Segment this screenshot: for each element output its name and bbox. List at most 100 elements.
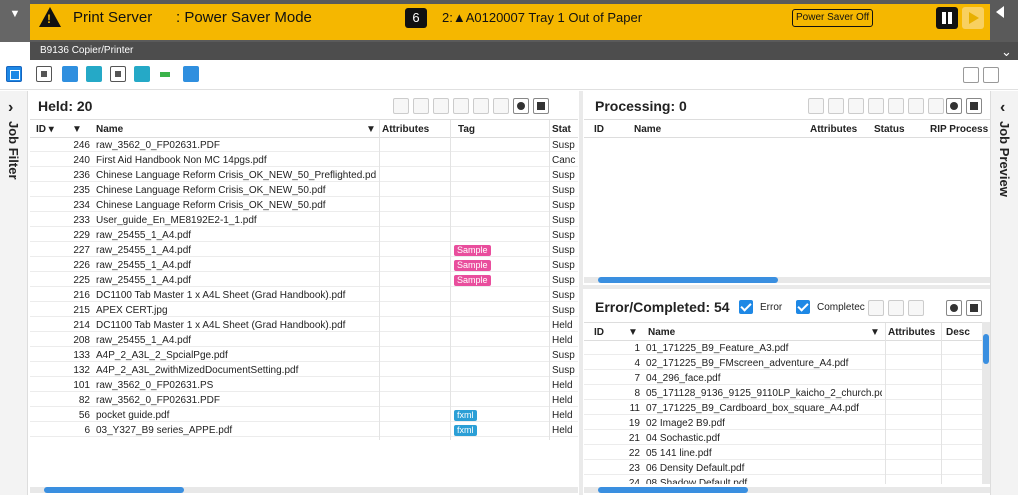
ec-columns-icon[interactable] (966, 300, 982, 316)
table-row[interactable]: 226raw_25455_1_A4.pdfRIPSampleSusp (30, 259, 578, 272)
col-id[interactable]: ID (594, 124, 604, 135)
table-row[interactable]: 214 DC1100 Tab Master 1 x A4L Sheet (Grad… (30, 319, 578, 332)
tag-badge[interactable]: Sample (454, 275, 491, 286)
table-row[interactable]: 24 08 Shadow Default.pdf (584, 477, 982, 484)
error-filter-checkbox[interactable] (739, 300, 753, 314)
table-row[interactable]: 11 07_171225_B9_Cardboard_box_square_A4.p… (584, 402, 982, 415)
job-list-view-icon[interactable] (6, 66, 22, 82)
processing-horizontal-scrollbar[interactable] (584, 277, 990, 283)
proc-copy-icon[interactable] (828, 98, 844, 114)
error-completed-vertical-scrollbar[interactable] (982, 322, 990, 484)
tag-badge[interactable]: fxml (454, 410, 477, 421)
table-row[interactable]: 133 A4P_2_A3L_2_SpcialPge.pdf Susp (30, 349, 578, 362)
tag-badge[interactable]: Sample (454, 245, 491, 256)
chevron-down-icon[interactable]: ⌄ (1001, 44, 1012, 60)
scroll-thumb[interactable] (598, 277, 778, 283)
collapse-arrow-icon[interactable]: ▼ (0, 0, 30, 42)
table-row[interactable]: 101raw_3562_0_FP02631.PSRIPPMIHeld (30, 379, 578, 392)
table-row[interactable]: 704_296_face.pdf✎ (584, 372, 982, 385)
held-edit-icon[interactable] (453, 98, 469, 114)
col-id[interactable]: ID (594, 327, 604, 338)
table-row[interactable]: 225raw_25455_1_A4.pdfRIPSampleSusp (30, 274, 578, 287)
held-archive-icon[interactable] (493, 98, 509, 114)
proc-archive-icon[interactable] (928, 98, 944, 114)
filter-icon[interactable]: ▼ (72, 124, 82, 135)
completed-filter-checkbox[interactable] (796, 300, 810, 314)
col-name[interactable]: Name (634, 124, 661, 135)
job-preview-sidebar[interactable]: ‹ Job Preview (990, 91, 1018, 495)
tag-badge[interactable]: Sample (454, 260, 491, 271)
table-row[interactable]: 132 A4P_2_A3L_2withMizedDocumentSetting.p… (30, 364, 578, 377)
held-horizontal-scrollbar[interactable] (30, 487, 578, 493)
refresh-icon[interactable] (134, 66, 150, 82)
table-row[interactable]: 603_Y327_B9 series_APPE.pdfRIPfxmlHeld (30, 424, 578, 437)
scroll-thumb[interactable] (983, 334, 989, 364)
table-row[interactable]: 216 DC1100 Tab Master 1 x A4L Sheet (Grad… (30, 289, 578, 302)
ec-delete-icon[interactable] (888, 300, 904, 316)
table-row[interactable]: 82raw_3562_0_FP02631.PDFRIPHeld (30, 394, 578, 407)
job-filter-sidebar[interactable]: › Job Filter (0, 91, 28, 495)
scroll-thumb[interactable] (598, 487, 748, 493)
table-row[interactable]: 233 User_guide_En_ME8192E2-1_1.pdf Susp (30, 214, 578, 227)
held-copy-icon[interactable] (433, 98, 449, 114)
table-row[interactable]: 21 04 Sochastic.pdf (584, 432, 982, 445)
table-row[interactable]: 240First Aid Handbook Non MC 14pgs.pdfRI… (30, 154, 578, 167)
resume-button[interactable] (962, 7, 984, 29)
ec-print-icon[interactable] (868, 300, 884, 316)
table-row[interactable]: 56pocket guide.pdf✎fxmlHeld (30, 409, 578, 422)
proc-undo-icon[interactable] (808, 98, 824, 114)
paper-stack-icon[interactable] (86, 66, 102, 82)
scroll-thumb[interactable] (44, 487, 184, 493)
table-row[interactable]: 246 raw_3562_0_FP02631.PDF Susp (30, 139, 578, 152)
proc-up-icon[interactable] (868, 98, 884, 114)
proc-settings-icon[interactable] (946, 98, 962, 114)
table-row[interactable]: 8 05_171128_9136_9125_9110LP_kaicho_2_chu… (584, 387, 982, 400)
held-print-icon[interactable] (393, 98, 409, 114)
col-attributes[interactable]: Attributes (888, 327, 935, 338)
table-row[interactable]: 229raw_25455_1_A4.pdfRIPSusp (30, 229, 578, 242)
panel-splitter[interactable] (579, 91, 583, 495)
table-row[interactable]: 235 Chinese Language Reform Crisis_OK_NEW… (30, 184, 578, 197)
layout-grid-icon[interactable] (62, 66, 78, 82)
col-description[interactable]: Desc (946, 327, 970, 338)
col-tag[interactable]: Tag (458, 124, 475, 135)
held-settings-icon[interactable] (513, 98, 529, 114)
proc-down-icon[interactable] (888, 98, 904, 114)
proc-delete-icon[interactable] (908, 98, 924, 114)
alert-message[interactable]: 2:▲A0120007 Tray 1 Out of Paper (442, 10, 642, 25)
expand-panel-icon[interactable] (996, 6, 1004, 18)
table-row[interactable]: 4 02_171225_B9_FMscreen_adventure_A4.pdf (584, 357, 982, 370)
split-view-icon[interactable] (183, 66, 199, 82)
col-status[interactable]: Stat (552, 124, 571, 135)
table-row[interactable]: 23 06 Density Default.pdf (584, 462, 982, 475)
filter-icon[interactable]: ▼ (628, 327, 638, 338)
pause-button[interactable] (936, 7, 958, 29)
power-saver-off-button[interactable]: Power Saver Off (792, 9, 874, 27)
tag-badge[interactable]: fxml (454, 425, 477, 436)
panel-splitter[interactable] (583, 285, 990, 289)
ec-archive-icon[interactable] (908, 300, 924, 316)
col-attributes[interactable]: Attributes (810, 124, 857, 135)
table-row[interactable]: 234 Chinese Language Reform Crisis_OK_NEW… (30, 199, 578, 212)
col-status[interactable]: Status (874, 124, 905, 135)
table-row[interactable]: 101_171225_B9_Feature_A3.pdfRIP (584, 342, 982, 355)
held-hold-icon[interactable] (413, 98, 429, 114)
table-row[interactable]: 22 05 141 line.pdf (584, 447, 982, 460)
col-name[interactable]: Name (648, 327, 675, 338)
ec-settings-icon[interactable] (946, 300, 962, 316)
proc-columns-icon[interactable] (966, 98, 982, 114)
col-rip-process[interactable]: RIP Process (930, 124, 988, 135)
col-name[interactable]: Name (96, 124, 123, 135)
import-job-icon[interactable] (36, 66, 52, 82)
table-row[interactable]: 227raw_25455_1_A4.pdfRIPSampleSusp (30, 244, 578, 257)
col-id[interactable]: ID ▾ (36, 124, 54, 135)
table-row[interactable]: 236 Chinese Language Reform Crisis_OK_NEW… (30, 169, 578, 182)
filter-icon[interactable]: ▼ (366, 124, 376, 135)
battery-icon[interactable] (158, 66, 174, 82)
chevron-right-icon[interactable]: › (8, 99, 13, 117)
held-columns-icon[interactable] (533, 98, 549, 114)
chevron-left-icon[interactable]: ‹ (1000, 99, 1005, 117)
table-row[interactable]: 19 02 Image2 B9.pdf (584, 417, 982, 430)
filter-icon[interactable]: ▼ (870, 327, 880, 338)
proc-top-icon[interactable] (848, 98, 864, 114)
